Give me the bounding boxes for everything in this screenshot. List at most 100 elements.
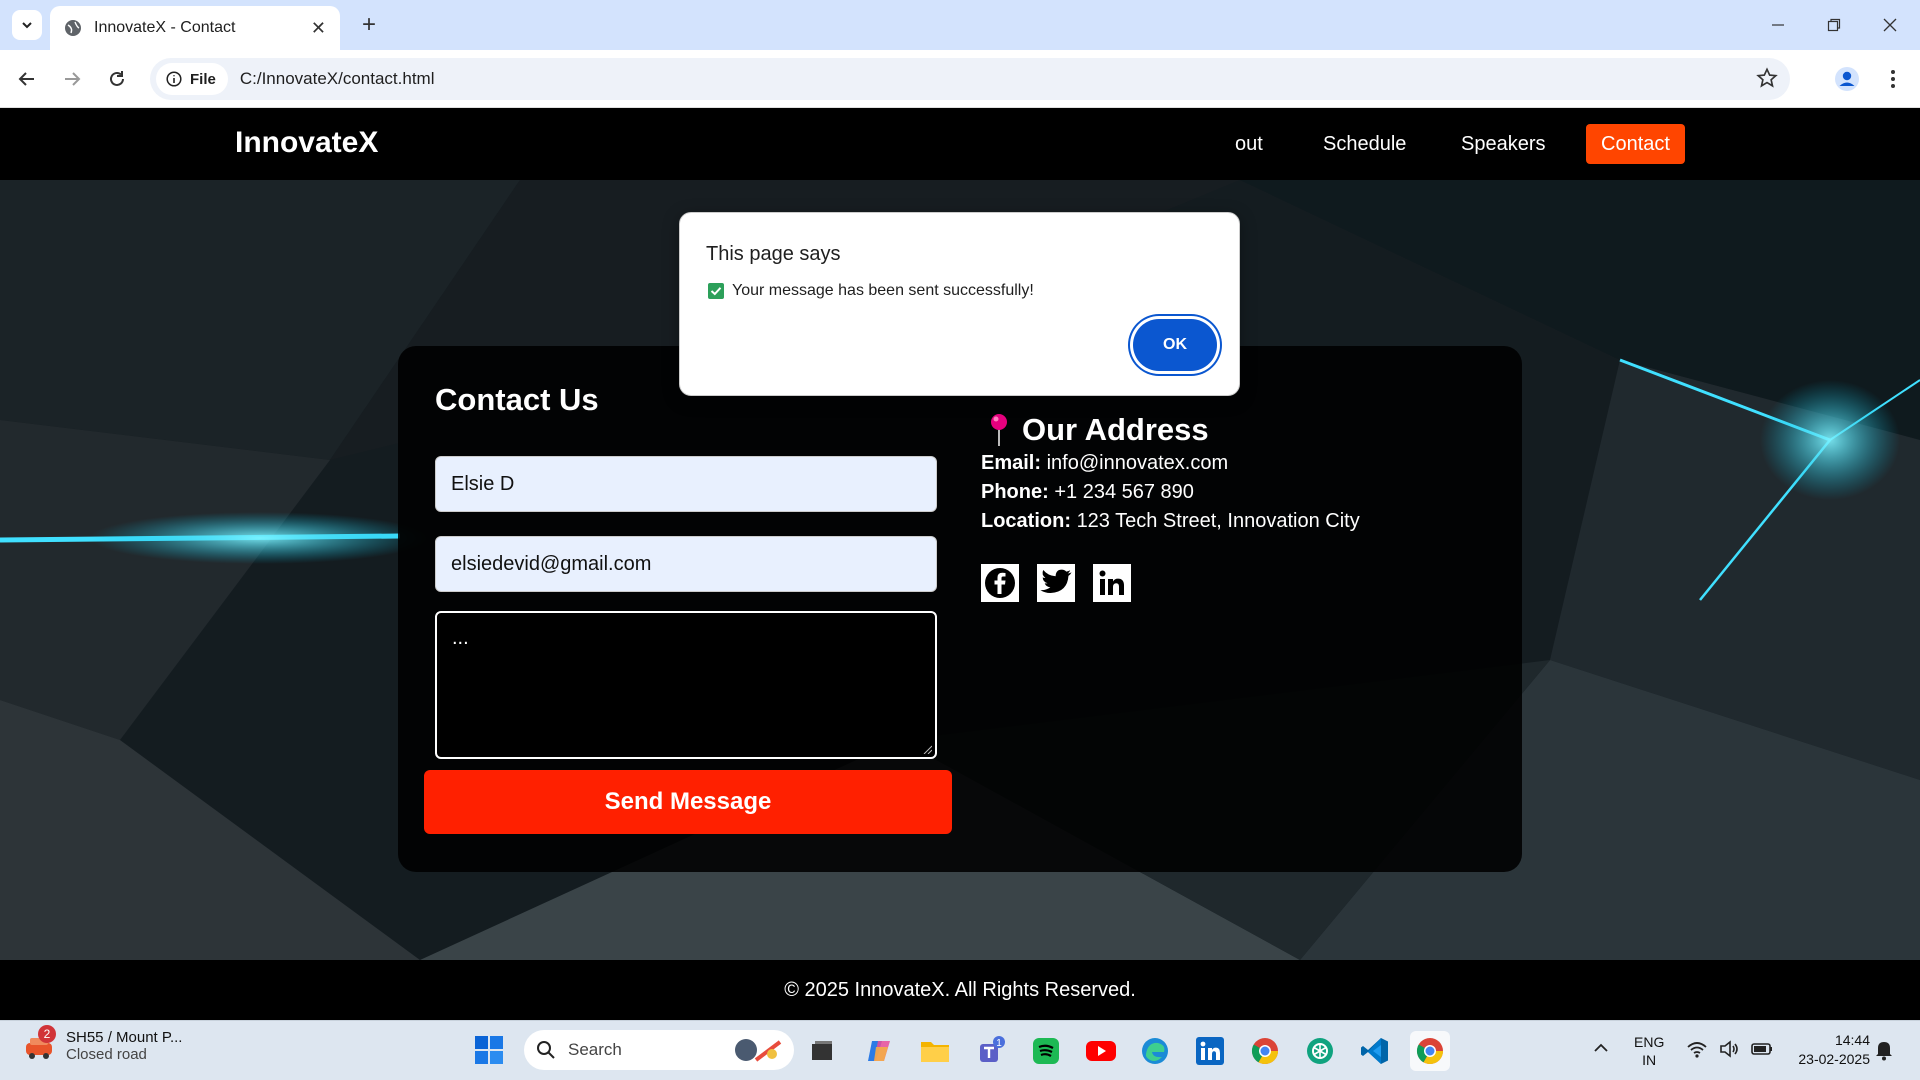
taskbar: 2 SH55 / Mount P... Closed road Search 1: [0, 1020, 1920, 1080]
twitter-link[interactable]: [1037, 564, 1075, 602]
site-footer: © 2025 InnovateX. All Rights Reserved.: [0, 960, 1920, 1020]
more-vertical-icon: [1891, 70, 1895, 88]
dialog-message-text: Your message has been sent successfully!: [732, 282, 1034, 299]
copilot-icon: [868, 1041, 890, 1061]
folder-icon: [921, 1042, 949, 1062]
teams-badge: 1: [996, 1038, 1002, 1049]
taskbar-edge[interactable]: [1135, 1031, 1175, 1071]
footer-copyright: © 2025 InnovateX. All Rights Reserved.: [784, 979, 1136, 1001]
contact-card: Contact Us Elsie D elsiedevid@gmail.com …: [398, 346, 1522, 872]
contact-form-title: Contact Us: [435, 382, 599, 417]
language-line2: IN: [1642, 1052, 1657, 1068]
arrow-right-icon: [65, 72, 81, 86]
site-info-chip[interactable]: File: [156, 63, 228, 95]
email-info: Email: info@innovatex.com: [981, 452, 1228, 475]
chevron-up-icon[interactable]: [1592, 1039, 1610, 1057]
vscode-icon: [1361, 1038, 1388, 1064]
taskbar-search[interactable]: Search: [524, 1030, 794, 1070]
nav-link-schedule[interactable]: Schedule: [1308, 124, 1421, 164]
wifi-icon: [1687, 1042, 1707, 1058]
linkedin-app-icon: [1196, 1037, 1224, 1065]
weather-title: SH55 / Mount P...: [66, 1029, 183, 1046]
taskbar-linkedin[interactable]: [1190, 1031, 1230, 1071]
linkedin-link[interactable]: [1093, 564, 1131, 602]
profile-button[interactable]: [1830, 62, 1864, 96]
minimize-button[interactable]: [1758, 8, 1798, 42]
message-textarea[interactable]: ...: [435, 611, 937, 759]
browser-tab[interactable]: InnovateX - Contact ✕: [50, 6, 340, 50]
restore-button[interactable]: [1814, 8, 1854, 42]
new-tab-button[interactable]: +: [354, 10, 384, 40]
check-mark-icon: [708, 283, 724, 299]
taskbar-copilot[interactable]: [860, 1031, 900, 1071]
url-text: C:/InnovateX/contact.html: [239, 69, 435, 88]
weather-widget[interactable]: 2 SH55 / Mount P... Closed road: [22, 1025, 183, 1063]
traffic-alert-icon: 2: [22, 1025, 56, 1063]
forward-button[interactable]: [55, 62, 89, 96]
search-label: Search: [568, 1040, 622, 1059]
tab-search-button[interactable]: [12, 10, 42, 40]
clock-date: 23-02-2025: [1798, 1051, 1870, 1067]
taskbar-task-view[interactable]: [802, 1031, 842, 1071]
tab-close-icon[interactable]: ✕: [311, 18, 326, 39]
phone-label: Phone:: [981, 481, 1049, 503]
taskbar-file-explorer[interactable]: [915, 1031, 955, 1071]
minimize-icon: [1772, 24, 1784, 26]
arrow-left-icon: [18, 72, 34, 86]
volume-icon: [1720, 1040, 1738, 1058]
address-bar[interactable]: File C:/InnovateX/contact.html: [150, 58, 1790, 100]
bookmark-star-icon[interactable]: [1756, 67, 1778, 89]
taskbar-chrome-active[interactable]: [1410, 1031, 1450, 1071]
taskbar-youtube[interactable]: [1081, 1031, 1121, 1071]
facebook-link[interactable]: [981, 564, 1019, 602]
chevron-down-icon: [22, 22, 32, 29]
task-view-icon: [812, 1041, 832, 1060]
browser-toolbar: File C:/InnovateX/contact.html: [0, 50, 1920, 108]
twitter-icon: [1040, 569, 1072, 593]
phone-value: +1 234 567 890: [1054, 481, 1194, 503]
email-input[interactable]: elsiedevid@gmail.com: [435, 536, 937, 592]
taskbar-teams[interactable]: 1: [972, 1031, 1012, 1071]
facebook-icon: [985, 568, 1015, 598]
dialog-ok-button[interactable]: OK: [1133, 319, 1217, 371]
globe-icon: [65, 20, 81, 36]
back-button[interactable]: [10, 62, 44, 96]
resize-grip-icon[interactable]: [922, 744, 932, 754]
language-indicator[interactable]: ENG IN: [1634, 1033, 1664, 1069]
email-label: Email:: [981, 452, 1042, 474]
notification-bell-icon[interactable]: [1874, 1039, 1894, 1061]
alert-dialog: This page says Your message has been sen…: [679, 212, 1240, 396]
battery-icon: [1751, 1043, 1772, 1055]
chrome-icon: [1251, 1038, 1279, 1065]
language-line1: ENG: [1634, 1034, 1665, 1050]
restore-icon: [1827, 18, 1841, 32]
nav-link-speakers[interactable]: Speakers: [1446, 124, 1561, 164]
windows-start-icon[interactable]: [474, 1035, 504, 1065]
nav-link-contact[interactable]: Contact: [1586, 124, 1685, 164]
edge-icon: [1142, 1038, 1168, 1064]
taskbar-spotify[interactable]: [1026, 1031, 1066, 1071]
search-highlight-icon: [735, 1039, 782, 1062]
address-heading: Our Address: [988, 412, 1209, 448]
browser-menu-button[interactable]: [1876, 62, 1910, 96]
system-tray[interactable]: [1686, 1039, 1774, 1059]
reload-icon: [110, 71, 124, 86]
weather-badge: 2: [38, 1025, 56, 1043]
name-input[interactable]: Elsie D: [435, 456, 937, 512]
taskbar-chatgpt[interactable]: [1300, 1031, 1340, 1071]
linkedin-icon: [1099, 570, 1124, 595]
address-title: Our Address: [1022, 412, 1209, 447]
close-window-button[interactable]: [1870, 8, 1910, 42]
web-page: InnovateX out Schedule Speakers Contact …: [0, 108, 1920, 1020]
taskbar-chrome[interactable]: [1245, 1031, 1285, 1071]
clock-time: 14:44: [1834, 1032, 1870, 1048]
site-logo[interactable]: InnovateX: [235, 126, 378, 160]
email-value: info@innovatex.com: [1046, 452, 1229, 474]
spotify-icon: [1033, 1038, 1059, 1064]
taskbar-clock[interactable]: 14:44 23-02-2025: [1786, 1031, 1870, 1069]
nav-link-about[interactable]: out: [1220, 124, 1278, 164]
taskbar-vscode[interactable]: [1355, 1031, 1395, 1071]
close-icon: [1883, 18, 1897, 32]
reload-button[interactable]: [100, 62, 134, 96]
send-message-button[interactable]: Send Message: [424, 770, 952, 834]
